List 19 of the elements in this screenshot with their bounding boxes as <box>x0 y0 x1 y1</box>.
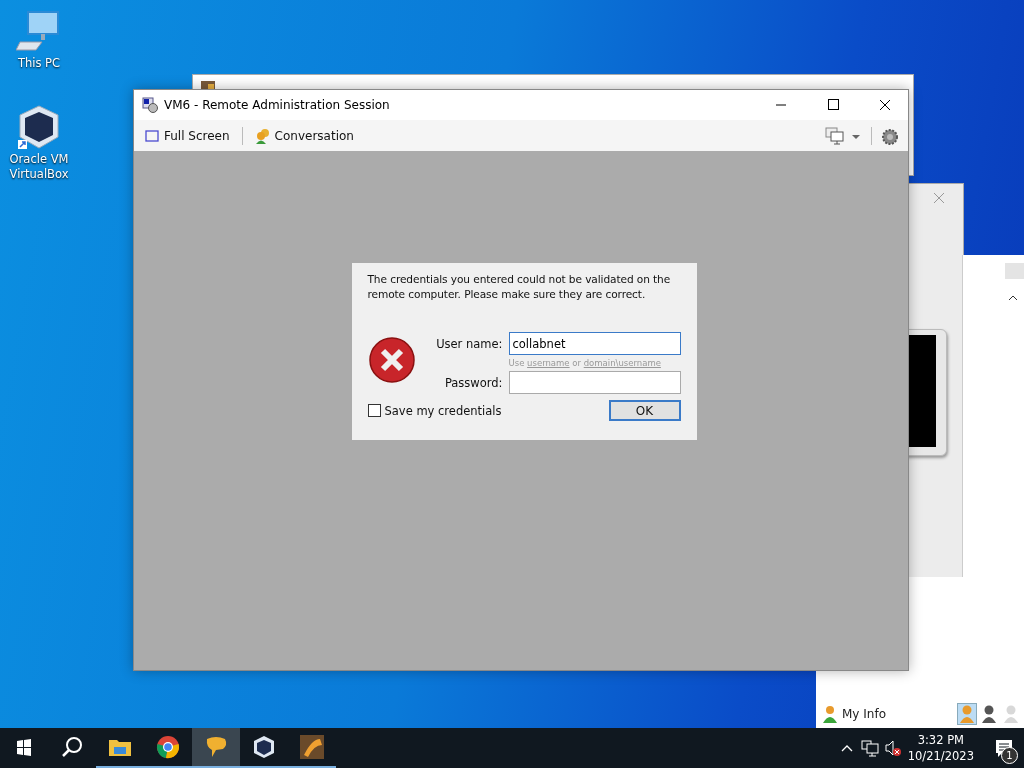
window-title: VM6 - Remote Administration Session <box>164 98 390 112</box>
shortcut-label: This PC <box>17 56 61 71</box>
checkbox-label: Save my credentials <box>384 403 502 418</box>
desktop-shortcut[interactable]: Oracle VM VirtualBox <box>4 104 74 182</box>
username-field[interactable]: collabnet <box>508 332 681 355</box>
notification-button[interactable]: 1 <box>984 728 1024 768</box>
field-label: User name: <box>436 336 503 351</box>
field-label: Password: <box>444 375 503 390</box>
field-hint: Use username or domain\username <box>508 358 662 368</box>
my-info-link[interactable]: My Info <box>842 707 886 721</box>
toolbar-button[interactable]: Full Screen <box>140 126 234 145</box>
toolbar-button[interactable]: Conversation <box>250 125 358 146</box>
clock-date[interactable]: 10/21/2023 <box>907 748 974 764</box>
desktop-shortcut[interactable]: This PC <box>4 8 74 71</box>
notification-count: 1 <box>1001 747 1018 764</box>
error-message: The credentials you entered could not be validated on the remote computer. Please make sure they are correct. <box>367 272 672 302</box>
shortcut-label: Oracle VM VirtualBox <box>8 152 70 182</box>
clock-time[interactable]: 3:32 PM <box>917 732 964 748</box>
ok-button[interactable]: OK <box>608 400 681 421</box>
